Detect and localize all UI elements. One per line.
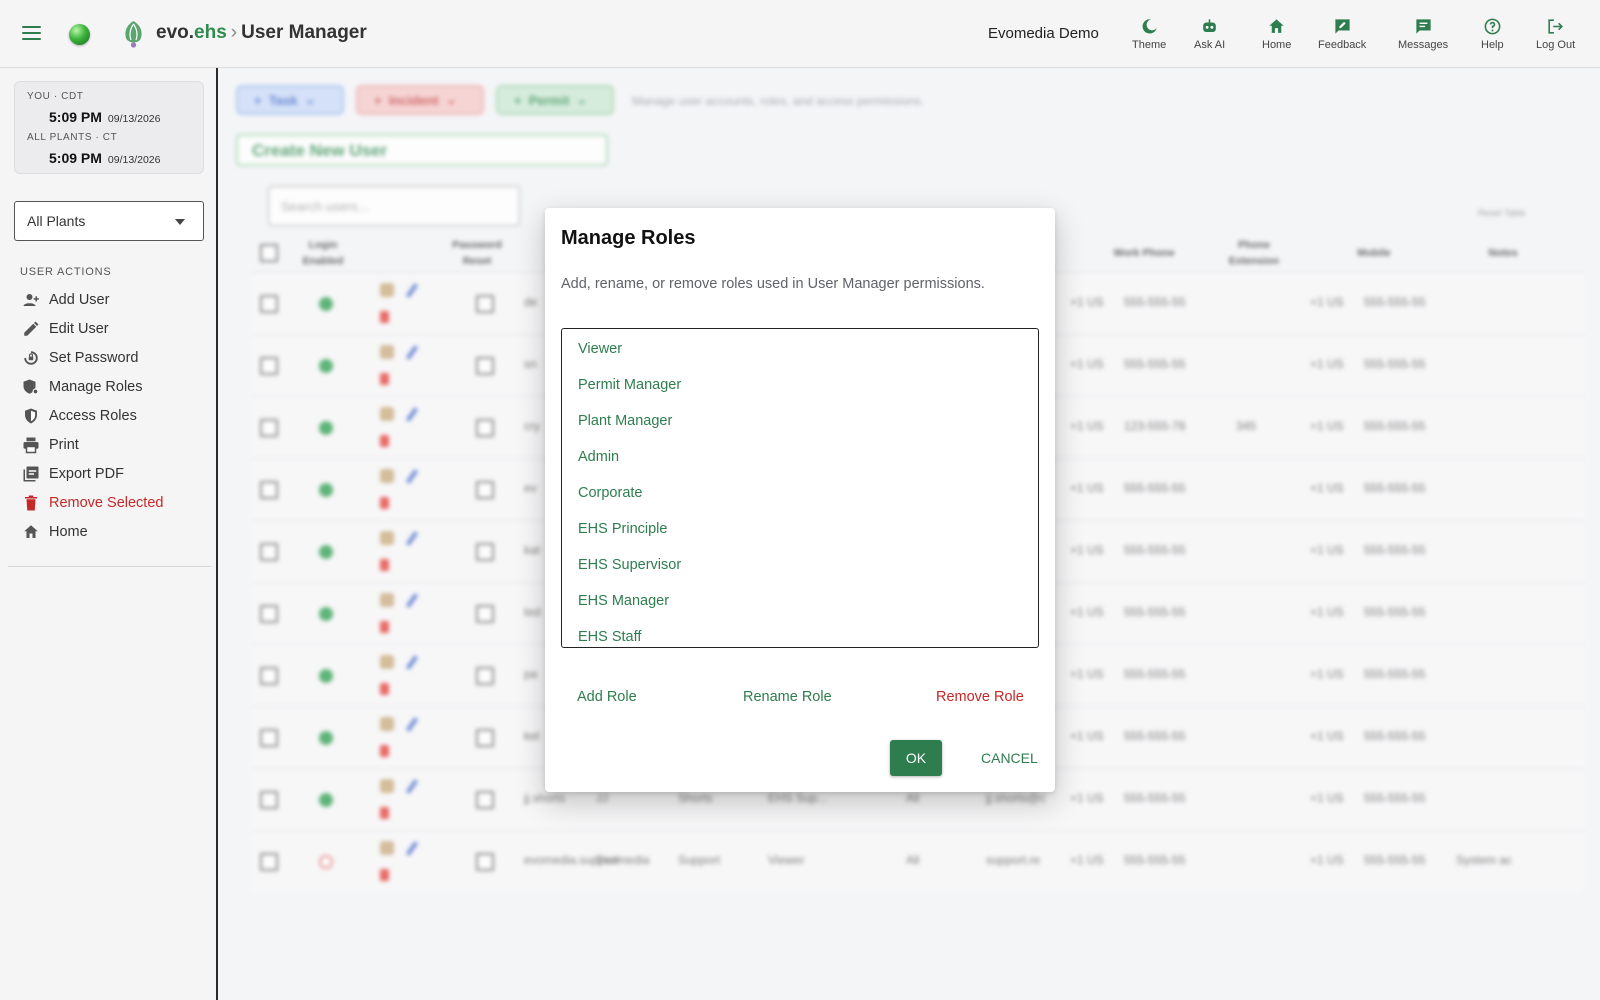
add-user-icon bbox=[23, 294, 39, 306]
role-item-ehs-supervisor[interactable]: EHS Supervisor bbox=[562, 547, 1038, 583]
home-icon bbox=[1269, 19, 1284, 33]
topnav-home[interactable]: Home bbox=[1262, 17, 1291, 51]
page-title: User Manager bbox=[241, 22, 367, 43]
sidebar-item-set-password[interactable]: Set Password bbox=[22, 345, 138, 371]
shield-icon bbox=[25, 408, 37, 424]
role-item-ehs-principle[interactable]: EHS Principle bbox=[562, 511, 1038, 547]
topnav-label: Home bbox=[1262, 39, 1292, 51]
organization-name: Evomedia Demo bbox=[988, 25, 1099, 42]
logout-icon bbox=[1548, 19, 1564, 34]
sidebar-item-edit-user[interactable]: Edit User bbox=[22, 316, 109, 342]
manage-roles-dialog: Manage Roles Add, rename, or remove role… bbox=[545, 208, 1055, 792]
feedback-icon bbox=[1335, 19, 1350, 34]
you-timezone-label: YOU · CDT bbox=[27, 91, 84, 102]
topnav-label: Log Out bbox=[1536, 39, 1576, 51]
help-icon bbox=[1484, 18, 1501, 35]
hamburger-menu-icon[interactable] bbox=[22, 26, 41, 40]
message-icon bbox=[1415, 19, 1431, 34]
plants-time: 5:09 PM 09/13/2026 bbox=[49, 150, 160, 166]
add-role-button[interactable]: Add Role bbox=[577, 689, 637, 705]
sidebar-item-label: Remove Selected bbox=[49, 495, 164, 511]
plants-timezone-label: ALL PLANTS · CT bbox=[27, 132, 118, 143]
top-bar: evo.ehs › User Manager Evomedia Demo Theme… bbox=[0, 0, 1600, 68]
topnav-help[interactable]: Help bbox=[1481, 17, 1504, 51]
manage-roles-icon bbox=[23, 379, 39, 395]
sidebar-item-remove-selected[interactable]: Remove Selected bbox=[22, 490, 163, 516]
role-item-ehs-manager[interactable]: EHS Manager bbox=[562, 583, 1038, 619]
chevron-down-icon bbox=[175, 219, 185, 225]
sidebar-item-label: Set Password bbox=[49, 350, 139, 366]
trash-icon bbox=[25, 495, 37, 511]
role-list[interactable]: Viewer Permit Manager Plant Manager Admi… bbox=[561, 328, 1039, 648]
role-item-plant-manager[interactable]: Plant Manager bbox=[562, 403, 1038, 439]
role-item-admin[interactable]: Admin bbox=[562, 439, 1038, 475]
topnav-feedback[interactable]: Feedback bbox=[1318, 17, 1366, 51]
sidebar-item-label: Home bbox=[49, 524, 88, 540]
topnav-theme[interactable]: Theme bbox=[1132, 17, 1166, 51]
role-item-corporate[interactable]: Corporate bbox=[562, 475, 1038, 511]
pdf-icon bbox=[23, 466, 39, 482]
ok-button[interactable]: OK bbox=[890, 740, 942, 776]
plant-select-value: All Plants bbox=[27, 213, 86, 229]
plants-date: 09/13/2026 bbox=[107, 154, 161, 166]
sidebar: YOU · CDT 5:09 PM 09/13/2026 ALL PLANTS ·… bbox=[0, 68, 218, 1000]
topnav-logout[interactable]: Log Out bbox=[1536, 17, 1575, 51]
sidebar-item-print[interactable]: Print bbox=[22, 432, 79, 458]
sidebar-item-access-roles[interactable]: Access Roles bbox=[22, 403, 137, 429]
sidebar-item-manage-roles[interactable]: Manage Roles bbox=[22, 374, 143, 400]
topnav-label: Feedback bbox=[1318, 39, 1367, 51]
role-item-viewer[interactable]: Viewer bbox=[562, 331, 1038, 367]
sidebar-item-label: Export PDF bbox=[49, 466, 124, 482]
brand-breadcrumb: evo.ehs › User Manager bbox=[156, 22, 367, 44]
status-orb-icon[interactable] bbox=[69, 24, 90, 45]
topnav-label: Messages bbox=[1398, 39, 1449, 51]
app-logo-icon bbox=[125, 21, 142, 48]
sidebar-heading: USER ACTIONS bbox=[20, 266, 112, 278]
breadcrumb-separator: › bbox=[230, 22, 238, 43]
sidebar-item-label: Print bbox=[49, 437, 79, 453]
password-reset-icon bbox=[24, 351, 38, 365]
home-icon bbox=[24, 525, 38, 538]
printer-icon bbox=[23, 437, 39, 454]
rename-role-button[interactable]: Rename Role bbox=[743, 689, 832, 705]
sidebar-item-label: Edit User bbox=[49, 321, 109, 337]
robot-icon bbox=[1203, 19, 1216, 33]
you-time-value: 5:09 PM bbox=[49, 109, 102, 125]
clock-panel: YOU · CDT 5:09 PM 09/13/2026 ALL PLANTS ·… bbox=[14, 81, 204, 174]
brand-suffix: ehs bbox=[194, 22, 227, 43]
topnav-label: Ask AI bbox=[1194, 39, 1226, 51]
brand-prefix: evo. bbox=[156, 22, 195, 43]
sidebar-item-label: Manage Roles bbox=[49, 379, 143, 395]
cancel-button[interactable]: CANCEL bbox=[981, 740, 1038, 776]
dialog-description: Add, rename, or remove roles used in Use… bbox=[561, 276, 985, 292]
topnav-ask-ai[interactable]: Ask AI bbox=[1194, 17, 1225, 51]
sidebar-item-label: Access Roles bbox=[49, 408, 137, 424]
moon-icon bbox=[1142, 19, 1157, 34]
sidebar-item-export-pdf[interactable]: Export PDF bbox=[22, 461, 124, 487]
topnav-messages[interactable]: Messages bbox=[1398, 17, 1448, 51]
sidebar-item-label: Add User bbox=[49, 292, 110, 308]
sidebar-item-add-user[interactable]: Add User bbox=[22, 287, 109, 313]
role-item-permit-manager[interactable]: Permit Manager bbox=[562, 367, 1038, 403]
sidebar-divider bbox=[8, 566, 211, 567]
remove-role-button[interactable]: Remove Role bbox=[936, 689, 1024, 705]
you-date: 09/13/2026 bbox=[107, 113, 161, 125]
pencil-icon bbox=[24, 321, 39, 336]
topnav-label: Theme bbox=[1132, 39, 1167, 51]
plants-time-value: 5:09 PM bbox=[49, 150, 102, 166]
plant-select[interactable]: All Plants bbox=[14, 201, 204, 241]
topnav-label: Help bbox=[1481, 39, 1504, 51]
role-item-ehs-staff[interactable]: EHS Staff bbox=[562, 619, 1038, 647]
sidebar-item-home[interactable]: Home bbox=[22, 519, 88, 545]
you-time: 5:09 PM 09/13/2026 bbox=[49, 109, 160, 125]
dialog-title: Manage Roles bbox=[561, 227, 696, 249]
